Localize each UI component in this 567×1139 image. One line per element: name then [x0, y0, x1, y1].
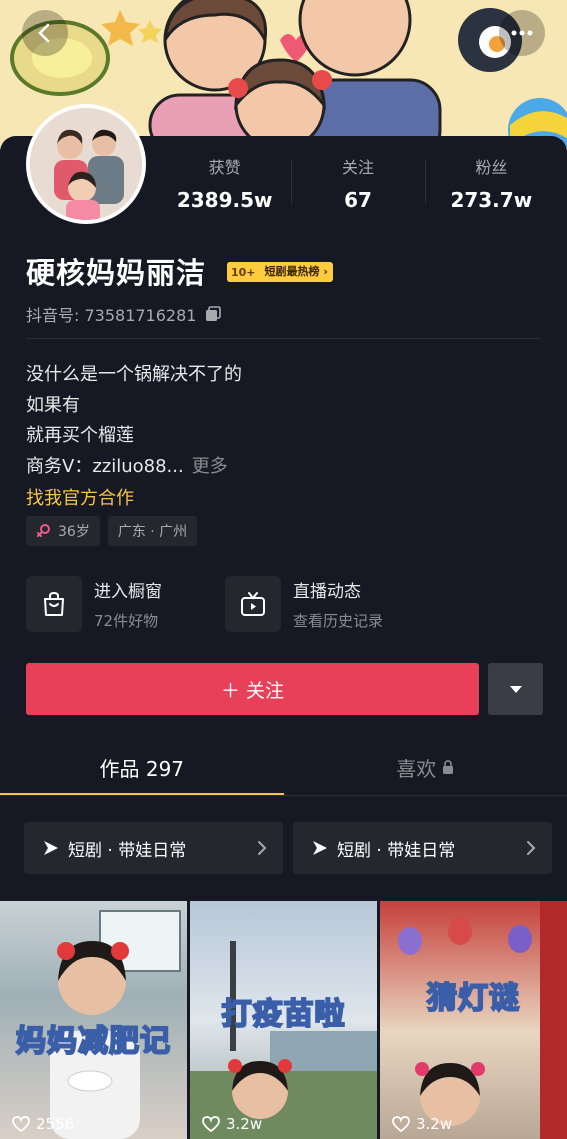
- stat-followers[interactable]: 粉丝 273.7w: [424, 150, 558, 220]
- douyin-id-text: 抖音号: 73581716281: [26, 306, 197, 325]
- video-likes-count: 3.2w: [226, 1115, 263, 1133]
- entry-subtitle: 查看历史记录: [293, 612, 384, 630]
- entry-icon-box: [26, 576, 82, 632]
- video-likes: 3.2w: [202, 1115, 262, 1133]
- video-title: 猜灯谜: [426, 980, 520, 1017]
- back-button[interactable]: [22, 10, 68, 56]
- content-tabs: 作品 297 喜欢: [0, 738, 567, 796]
- tv-icon: [241, 592, 265, 616]
- video-likes: 2556: [12, 1115, 74, 1133]
- shopping-bag-icon: [44, 591, 64, 616]
- live-history-entry[interactable]: 直播动态 查看历史记录: [225, 576, 383, 632]
- age-tag: 36岁: [26, 516, 100, 546]
- location-tag: 广东 · 广州: [107, 516, 198, 546]
- more-dots-icon: [511, 30, 533, 36]
- stats-bar: 获赞 2389.5w 关注 67 粉丝 273.7w: [158, 150, 558, 220]
- shop-window-entry[interactable]: 进入橱窗 72件好物: [26, 576, 209, 632]
- avatar-image: [30, 108, 142, 220]
- triangle-down-icon: [509, 685, 522, 693]
- chevron-right-icon: [258, 841, 267, 855]
- drama-play-icon: [313, 841, 327, 855]
- age-label: 36岁: [58, 524, 90, 540]
- profile-name: 硬核妈妈丽洁: [26, 256, 207, 290]
- stat-label: 粉丝: [475, 158, 508, 177]
- collection-label: 短剧 · 带娃日常: [68, 840, 187, 861]
- stat-value: 273.7w: [450, 188, 533, 212]
- collection-card[interactable]: 短剧 · 带娃日常: [293, 822, 552, 874]
- tab-works[interactable]: 作品 297: [0, 738, 284, 796]
- collection-card[interactable]: 短剧 · 带娃日常: [24, 822, 283, 874]
- rank-badge[interactable]: 10+ 短剧最热榜 ›: [227, 262, 333, 282]
- video-likes: 3.2w: [392, 1115, 452, 1133]
- avatar[interactable]: [26, 104, 146, 224]
- entry-title: 直播动态: [293, 582, 361, 602]
- tab-likes[interactable]: 喜欢: [284, 738, 567, 796]
- video-thumbnail[interactable]: 妈妈减肥记 2556: [0, 901, 187, 1139]
- follow-label: ＋ 关注: [220, 679, 285, 702]
- rank-number: 10+: [227, 262, 260, 282]
- follow-button[interactable]: ＋ 关注: [26, 663, 479, 715]
- collection-label: 短剧 · 带娃日常: [337, 840, 456, 861]
- stat-label: 获赞: [208, 158, 241, 177]
- bio-line: 就再买个榴莲: [26, 425, 134, 446]
- entry-title: 进入橱窗: [94, 582, 162, 602]
- tabs-divider: [0, 795, 567, 796]
- bio-line-last: 商务V：zziluo88... 更多: [26, 452, 242, 483]
- video-title: 打疫苗啦: [221, 996, 346, 1033]
- video-cover-image: [398, 901, 567, 1139]
- entry-subtitle: 72件好物: [94, 612, 159, 630]
- official-cooperation-link[interactable]: 找我官方合作: [26, 484, 134, 510]
- tab-label: 作品 297: [99, 756, 185, 781]
- profile-tags: 36岁 广东 · 广州: [26, 516, 198, 546]
- video-title: 妈妈减肥记: [15, 1023, 171, 1060]
- stat-label: 关注: [341, 158, 374, 177]
- heart-outline-icon: [202, 1116, 220, 1132]
- video-likes-count: 2556: [36, 1115, 75, 1133]
- video-likes-count: 3.2w: [416, 1115, 453, 1133]
- video-thumbnail[interactable]: 猜灯谜 3.2w: [380, 901, 567, 1139]
- heart-outline-icon: [12, 1116, 30, 1132]
- divider: [26, 338, 541, 339]
- more-button[interactable]: [499, 10, 545, 56]
- douyin-id[interactable]: 抖音号: 73581716281: [26, 302, 222, 326]
- chevron-right-icon: [527, 841, 536, 855]
- entry-cards: 进入橱窗 72件好物 直播动态 查看历史记录: [26, 576, 383, 632]
- stat-value: 67: [344, 188, 372, 212]
- bio-more-link[interactable]: 更多: [192, 456, 228, 477]
- tab-label: 喜欢: [396, 756, 437, 781]
- stat-following[interactable]: 关注 67: [291, 150, 424, 220]
- rank-label: 短剧最热榜 ›: [259, 262, 333, 282]
- stat-likes[interactable]: 获赞 2389.5w: [158, 150, 291, 220]
- video-thumbnail[interactable]: 打疫苗啦 3.2w: [190, 901, 377, 1139]
- video-grid: 妈妈减肥记 2556 打疫苗啦 3.2w 猜灯谜 3.2w: [0, 901, 567, 1139]
- bio: 没什么是一个锅解决不了的 如果有 就再买个榴莲 商务V：zziluo88... 更…: [26, 360, 242, 482]
- female-icon: [37, 524, 50, 537]
- lock-icon: [443, 760, 454, 774]
- drama-play-icon: [44, 841, 58, 855]
- recommend-dropdown-button[interactable]: [488, 663, 543, 715]
- entry-icon-box: [225, 576, 281, 632]
- location-label: 广东 · 广州: [117, 524, 188, 540]
- collections-row: 短剧 · 带娃日常 短剧 · 带娃日常: [24, 822, 552, 874]
- copy-icon[interactable]: [204, 305, 222, 323]
- heart-outline-icon: [392, 1116, 410, 1132]
- stat-value: 2389.5w: [176, 188, 273, 212]
- bio-line: 没什么是一个锅解决不了的: [26, 364, 242, 385]
- bio-line: 如果有: [26, 394, 80, 416]
- bio-line: 商务V：zziluo88...: [26, 455, 184, 477]
- chevron-left-icon: [38, 23, 50, 43]
